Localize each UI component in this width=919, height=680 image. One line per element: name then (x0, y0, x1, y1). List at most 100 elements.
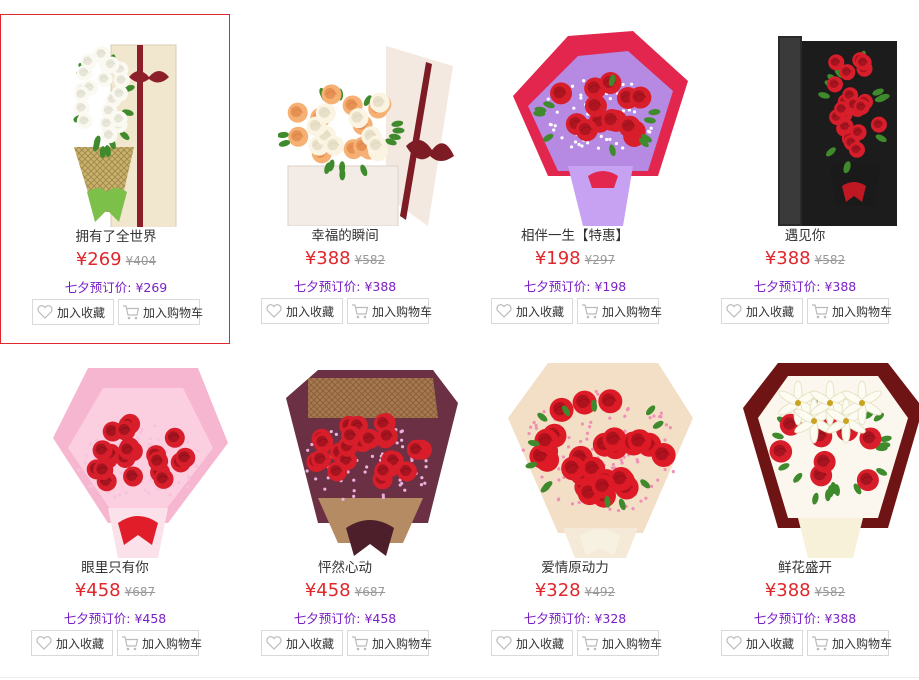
add-favorite-label: 加入收藏 (746, 636, 795, 651)
action-buttons: 加入收藏 加入购物车 (460, 298, 690, 324)
add-to-cart-button[interactable]: 加入购物车 (117, 630, 203, 656)
add-to-cart-button[interactable]: 加入购物车 (347, 298, 433, 324)
action-buttons: 加入收藏 加入购物车 (460, 630, 690, 656)
presale-label: 七夕预订价: (293, 611, 361, 626)
heart-icon (37, 305, 53, 319)
product-name[interactable]: 怦然心动 (230, 556, 460, 576)
product-card[interactable]: 鲜花盛开 ¥388 ¥582 七夕预订价: ¥388 加入收藏 加入购物车 (690, 346, 919, 676)
action-buttons: 加入收藏 加入购物车 (230, 630, 460, 656)
product-grid: 拥有了全世界 ¥269 ¥404 七夕预订价: ¥269 加入收藏 加入购物车 幸福的瞬间 ¥… (0, 0, 919, 680)
add-to-cart-label: 加入购物车 (142, 636, 203, 651)
presale-value: ¥388 (824, 279, 857, 294)
add-favorite-label: 加入收藏 (516, 304, 565, 319)
product-image[interactable] (738, 358, 919, 558)
presale-value: ¥388 (824, 611, 857, 626)
product-image[interactable] (508, 358, 698, 558)
price-row: ¥388 ¥582 (690, 248, 919, 269)
add-to-cart-label: 加入购物车 (602, 304, 663, 319)
add-favorite-button[interactable]: 加入收藏 (32, 299, 114, 325)
add-favorite-label: 加入收藏 (286, 636, 335, 651)
presale-label: 七夕预订价: (293, 279, 361, 294)
product-card[interactable]: 遇见你 ¥388 ¥582 七夕预订价: ¥388 加入收藏 加入购物车 (690, 14, 919, 344)
price-row: ¥198 ¥297 (460, 248, 690, 269)
add-favorite-button[interactable]: 加入收藏 (261, 630, 343, 656)
action-buttons: 加入收藏 加入购物车 (690, 298, 919, 324)
add-favorite-button[interactable]: 加入收藏 (261, 298, 343, 324)
heart-icon (496, 304, 512, 318)
product-image[interactable] (508, 26, 698, 226)
presale-label: 七夕预订价: (523, 279, 591, 294)
add-favorite-button[interactable]: 加入收藏 (721, 298, 803, 324)
add-to-cart-label: 加入购物车 (602, 636, 663, 651)
presale-label: 七夕预订价: (64, 280, 132, 295)
cart-icon (582, 636, 599, 651)
product-name[interactable]: 拥有了全世界 (1, 225, 231, 245)
product-card[interactable]: 眼里只有你 ¥458 ¥687 七夕预订价: ¥458 加入收藏 加入购物车 (0, 346, 230, 676)
presale-label: 七夕预订价: (753, 611, 821, 626)
product-image[interactable] (277, 26, 468, 227)
product-card[interactable]: 爱情原动力 ¥328 ¥492 七夕预订价: ¥328 加入收藏 加入购物车 (460, 346, 693, 676)
product-image[interactable] (49, 27, 239, 236)
heart-icon (266, 304, 282, 318)
cart-icon (812, 304, 829, 319)
product-name[interactable]: 相伴一生【特惠】 (460, 224, 690, 244)
current-price: ¥269 (75, 249, 122, 270)
divider (0, 677, 919, 678)
add-favorite-label: 加入收藏 (57, 305, 106, 320)
add-favorite-button[interactable]: 加入收藏 (491, 298, 573, 324)
product-name[interactable]: 遇见你 (690, 224, 919, 244)
product-name[interactable]: 爱情原动力 (460, 556, 690, 576)
original-price: ¥492 (584, 585, 616, 599)
cart-icon (123, 305, 140, 320)
product-name[interactable]: 鲜花盛开 (690, 556, 919, 576)
product-name[interactable]: 幸福的瞬间 (230, 224, 460, 244)
add-to-cart-button[interactable]: 加入购物车 (347, 630, 433, 656)
presale-value: ¥458 (134, 611, 167, 626)
price-row: ¥269 ¥404 (1, 249, 231, 270)
add-to-cart-button[interactable]: 加入购物车 (577, 630, 663, 656)
heart-icon (496, 636, 512, 650)
product-card[interactable]: 拥有了全世界 ¥269 ¥404 七夕预订价: ¥269 加入收藏 加入购物车 (0, 14, 230, 344)
presale-value: ¥328 (594, 611, 627, 626)
add-to-cart-label: 加入购物车 (372, 636, 433, 651)
cart-icon (352, 304, 369, 319)
add-to-cart-label: 加入购物车 (832, 304, 893, 319)
original-price: ¥687 (124, 585, 156, 599)
current-price: ¥458 (304, 580, 351, 601)
presale-price: 七夕预订价: ¥388 (690, 276, 919, 295)
product-name[interactable]: 眼里只有你 (0, 556, 230, 576)
original-price: ¥582 (814, 585, 846, 599)
product-image[interactable] (738, 26, 919, 226)
presale-price: 七夕预订价: ¥198 (460, 276, 690, 295)
current-price: ¥388 (304, 248, 351, 269)
add-to-cart-button[interactable]: 加入购物车 (118, 299, 203, 325)
add-favorite-label: 加入收藏 (56, 636, 105, 651)
add-favorite-label: 加入收藏 (286, 304, 335, 319)
product-image[interactable] (278, 358, 468, 558)
product-card[interactable]: 幸福的瞬间 ¥388 ¥582 七夕预订价: ¥388 加入收藏 加入购物车 (230, 14, 460, 344)
add-favorite-button[interactable]: 加入收藏 (721, 630, 803, 656)
add-to-cart-button[interactable]: 加入购物车 (807, 298, 893, 324)
heart-icon (726, 304, 742, 318)
add-to-cart-button[interactable]: 加入购物车 (807, 630, 893, 656)
heart-icon (36, 636, 52, 650)
add-favorite-button[interactable]: 加入收藏 (491, 630, 573, 656)
presale-value: ¥269 (135, 280, 168, 295)
add-favorite-button[interactable]: 加入收藏 (31, 630, 113, 656)
add-to-cart-button[interactable]: 加入购物车 (577, 298, 663, 324)
add-to-cart-label: 加入购物车 (832, 636, 893, 651)
presale-label: 七夕预订价: (63, 611, 131, 626)
current-price: ¥198 (534, 248, 581, 269)
price-row: ¥388 ¥582 (690, 580, 919, 601)
add-to-cart-label: 加入购物车 (372, 304, 433, 319)
product-card[interactable]: 相伴一生【特惠】 ¥198 ¥297 七夕预订价: ¥198 加入收藏 加入购物车 (460, 14, 690, 344)
action-buttons: 加入收藏 加入购物车 (1, 299, 231, 325)
presale-price: 七夕预订价: ¥328 (460, 608, 690, 627)
product-image[interactable] (48, 358, 238, 558)
presale-price: 七夕预订价: ¥269 (1, 277, 231, 296)
product-card[interactable]: 怦然心动 ¥458 ¥687 七夕预订价: ¥458 加入收藏 加入购物车 (230, 346, 460, 676)
original-price: ¥582 (814, 253, 846, 267)
presale-label: 七夕预订价: (523, 611, 591, 626)
action-buttons: 加入收藏 加入购物车 (230, 298, 460, 324)
cart-icon (582, 304, 599, 319)
